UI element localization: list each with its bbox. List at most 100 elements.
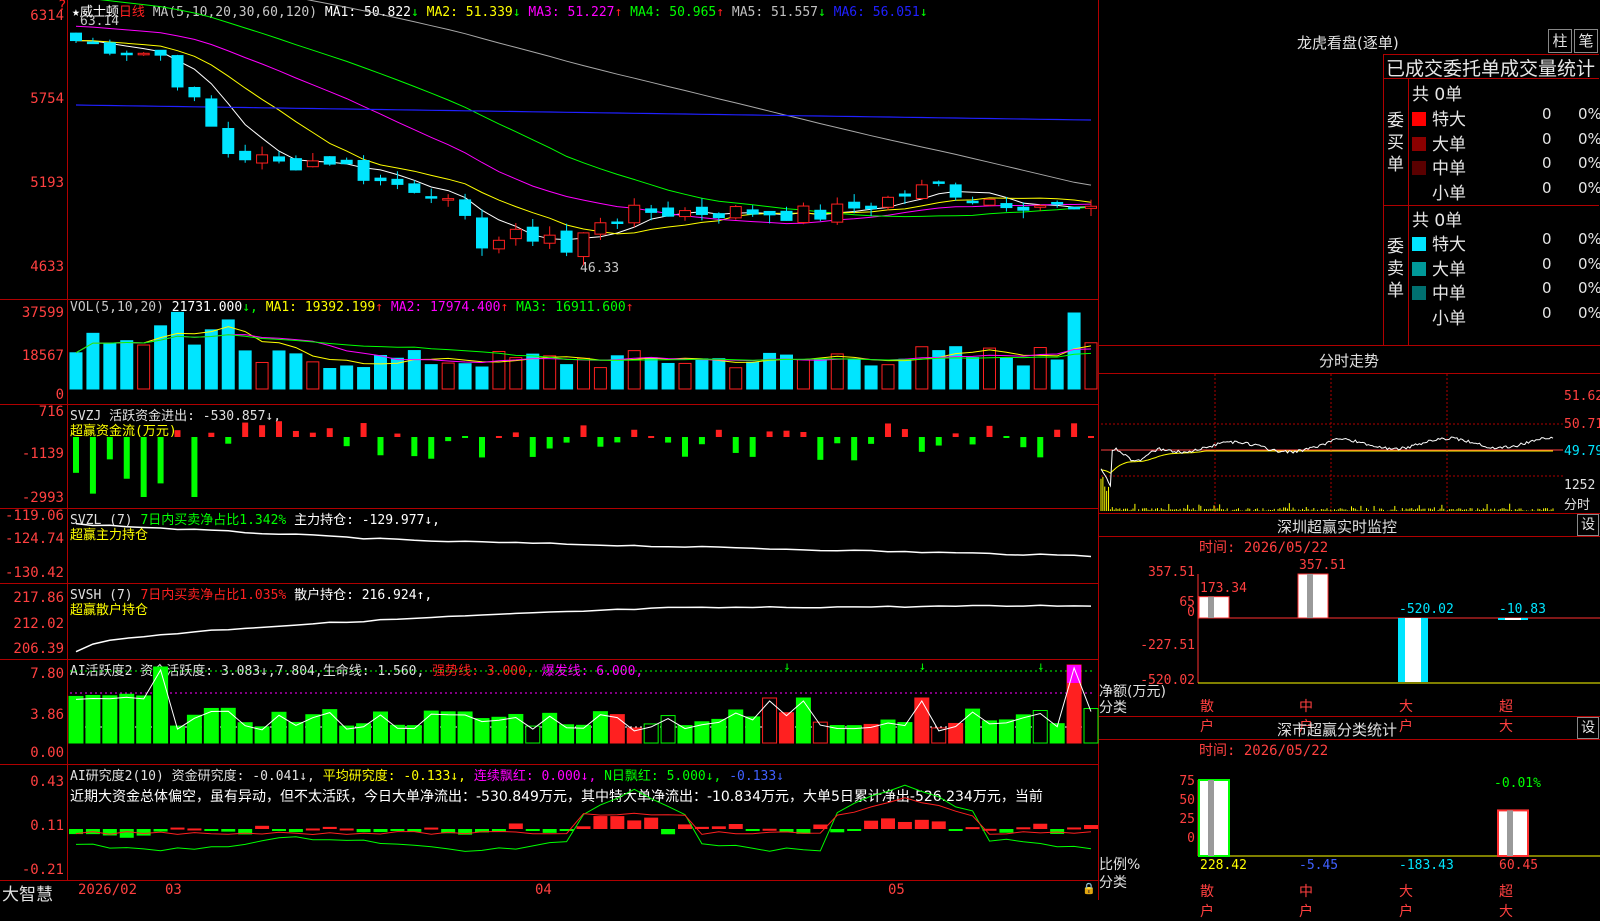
research-bar [644, 817, 659, 829]
research-bar [728, 824, 743, 829]
flow-bar [157, 437, 164, 484]
candle-body [70, 32, 82, 42]
volume-bar [137, 344, 151, 390]
research-bar [305, 828, 320, 831]
candle-body [611, 221, 624, 225]
candle-body [374, 177, 387, 182]
flow-bar [1037, 437, 1044, 458]
candle-body [442, 198, 455, 201]
candle-body [662, 207, 675, 217]
activity-bar [965, 708, 981, 744]
candle-body [509, 228, 522, 240]
candle-body [492, 239, 505, 250]
candle-body [391, 178, 404, 185]
chart-canvas: ↓ ↓ ↓ [68, 0, 1600, 858]
research-bar [864, 820, 879, 829]
signal-arrow: ↓ [784, 659, 791, 673]
research-bar [576, 826, 591, 829]
research-bar [1050, 829, 1065, 834]
activity-bar [119, 693, 135, 744]
candle-body [915, 184, 928, 199]
candle-body [289, 158, 302, 171]
candle-body [679, 210, 691, 218]
candle-body [560, 230, 573, 253]
candle-body [983, 198, 996, 206]
activity-bar [322, 709, 338, 744]
activity-bar [745, 716, 761, 744]
intraday-price-line [1100, 436, 1554, 488]
research-bar [204, 829, 219, 831]
flow-bar [648, 436, 655, 438]
volume-bar [847, 358, 861, 390]
volume-bar [120, 340, 134, 390]
flow-bar [918, 437, 925, 452]
flow-bar [140, 437, 147, 497]
flow-bar [428, 437, 435, 459]
flow-bar [242, 422, 249, 437]
candle-body [1085, 205, 1097, 209]
flow-bar [766, 431, 773, 437]
research-bar [948, 829, 963, 831]
candle-body [154, 49, 167, 56]
net-bar-shade [1307, 574, 1313, 618]
candle-body [1034, 205, 1047, 208]
candle-body [306, 160, 319, 168]
volume-bar [898, 358, 912, 390]
flow-bar [411, 437, 418, 457]
activity-bar [136, 695, 152, 744]
flow-bar [800, 432, 807, 437]
flow-bar [309, 432, 316, 437]
flow-bar [106, 437, 113, 460]
candle-body [1051, 201, 1064, 205]
research-bar [847, 829, 862, 831]
activity-bar [305, 714, 321, 744]
candle-body [729, 206, 742, 219]
volume-bar [69, 352, 83, 390]
volume-bar [323, 368, 337, 390]
candle-body [763, 210, 776, 216]
research-bar [170, 827, 185, 830]
flow-bar [935, 437, 942, 446]
candle-body [1017, 206, 1030, 211]
research-bar [424, 827, 439, 830]
flow-bar [292, 430, 299, 437]
research-bar [187, 828, 202, 831]
research-bar [288, 829, 303, 833]
candle-body [408, 183, 421, 193]
candle-body [543, 234, 556, 244]
candle-body [273, 156, 285, 162]
volume-bar [983, 347, 996, 390]
flow-bar [1088, 436, 1094, 438]
flow-bar [1003, 436, 1010, 438]
research-bar [390, 829, 405, 831]
volume-bar [729, 367, 743, 390]
net-bar-shade [1505, 618, 1521, 620]
candle-body [831, 203, 844, 223]
activity-bar [102, 695, 118, 744]
candle-body [205, 98, 218, 127]
candle-body [882, 196, 894, 208]
flow-bar [817, 437, 824, 460]
volume-bar [306, 361, 320, 390]
flow-bar [462, 436, 469, 438]
volume-bar [695, 358, 709, 390]
flow-bar [225, 437, 232, 444]
activity-bar [542, 712, 558, 744]
signal-arrow: ↓ [919, 659, 926, 673]
research-bar [542, 829, 557, 833]
volume-bar [86, 332, 100, 390]
flow-bar [326, 428, 333, 437]
activity-bar [220, 707, 236, 744]
volume-bar [813, 359, 827, 390]
volume-bar [187, 344, 201, 390]
research-bar [965, 827, 980, 830]
flow-bar [89, 437, 96, 494]
volume-bar [221, 319, 235, 390]
research-bar [322, 826, 337, 829]
flow-bar [868, 437, 875, 444]
volume-bar [374, 354, 387, 390]
flow-bar [174, 430, 181, 437]
volume-bar [543, 355, 557, 390]
flow-bar [749, 437, 756, 457]
candle-body [120, 52, 133, 56]
